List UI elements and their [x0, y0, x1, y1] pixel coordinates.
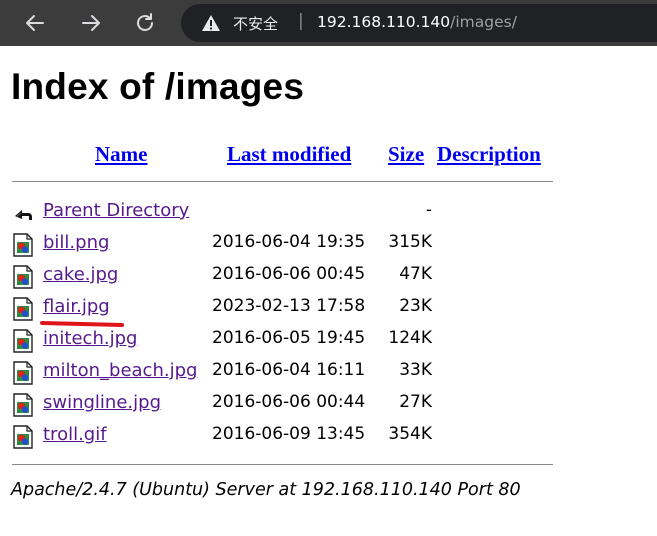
forward-arrow-icon	[82, 15, 100, 31]
file-link[interactable]: swingline.jpg	[43, 392, 161, 413]
image-file-icon	[13, 297, 33, 321]
warning-icon[interactable]	[201, 14, 221, 32]
column-header-description[interactable]: Description	[437, 142, 541, 167]
image-file-icon	[13, 393, 33, 417]
omnibox-separator: |	[298, 11, 304, 31]
file-link[interactable]: milton_beach.jpg	[43, 360, 197, 381]
file-size: 315K	[388, 232, 432, 252]
url-path: /images/	[450, 13, 517, 31]
file-size: 33K	[399, 360, 432, 380]
file-modified: 2023-02-13 17:58	[212, 296, 366, 316]
column-header-last-modified[interactable]: Last modified	[227, 142, 351, 167]
file-size: 23K	[399, 296, 432, 316]
file-modified: 2016-06-06 00:45	[212, 264, 366, 284]
file-size: 47K	[399, 264, 432, 284]
file-link[interactable]: bill.png	[43, 232, 109, 253]
forward-button[interactable]	[76, 8, 106, 38]
divider-bottom	[12, 464, 553, 465]
divider-top	[12, 181, 553, 182]
file-modified: 2016-06-05 19:45	[212, 328, 366, 348]
table-row: initech.jpg 2016-06-05 19:45 124K	[0, 326, 657, 356]
file-size: 27K	[399, 392, 432, 412]
back-button[interactable]	[20, 8, 50, 38]
parent-directory-row: Parent Directory -	[0, 198, 657, 228]
table-row: swingline.jpg 2016-06-06 00:44 27K	[0, 390, 657, 420]
image-file-icon	[13, 265, 33, 289]
table-row: milton_beach.jpg 2016-06-04 16:11 33K	[0, 358, 657, 388]
reload-button[interactable]	[130, 8, 160, 38]
file-modified: 2016-06-04 16:11	[212, 360, 366, 380]
file-size: 124K	[388, 328, 432, 348]
file-link[interactable]: cake.jpg	[43, 264, 118, 285]
back-folder-icon	[15, 210, 32, 220]
image-file-icon	[13, 361, 33, 385]
file-modified: 2016-06-06 00:44	[212, 392, 366, 412]
table-row: bill.png 2016-06-04 19:35 315K	[0, 230, 657, 260]
column-header-name[interactable]: Name	[95, 142, 147, 167]
file-link[interactable]: flair.jpg	[43, 296, 110, 317]
page-title: Index of /images	[11, 66, 305, 107]
back-arrow-icon	[26, 15, 44, 31]
column-header-size[interactable]: Size	[388, 142, 424, 167]
reload-icon	[137, 13, 153, 31]
parent-directory-link[interactable]: Parent Directory	[43, 200, 189, 221]
security-status-label[interactable]: 不安全	[233, 13, 278, 34]
file-modified: 2016-06-09 13:45	[212, 424, 366, 444]
file-size: 354K	[388, 424, 432, 444]
browser-toolbar: 不安全 | 192.168.110.140/images/	[0, 0, 657, 46]
image-file-icon	[13, 425, 33, 449]
parent-size: -	[425, 200, 432, 220]
table-row: flair.jpg 2023-02-13 17:58 23K	[0, 294, 657, 324]
url-host: 192.168.110.140	[317, 13, 451, 31]
table-row: cake.jpg 2016-06-06 00:45 47K	[0, 262, 657, 292]
image-file-icon	[13, 329, 33, 353]
file-link[interactable]: troll.gif	[43, 424, 107, 445]
address-bar[interactable]: 不安全 | 192.168.110.140/images/	[181, 4, 657, 42]
image-file-icon	[13, 233, 33, 257]
server-signature: Apache/2.4.7 (Ubuntu) Server at 192.168.…	[11, 480, 521, 500]
table-row: troll.gif 2016-06-09 13:45 354K	[0, 422, 657, 452]
file-link[interactable]: initech.jpg	[43, 328, 137, 349]
url-text[interactable]: 192.168.110.140/images/	[317, 13, 517, 31]
file-modified: 2016-06-04 19:35	[212, 232, 366, 252]
